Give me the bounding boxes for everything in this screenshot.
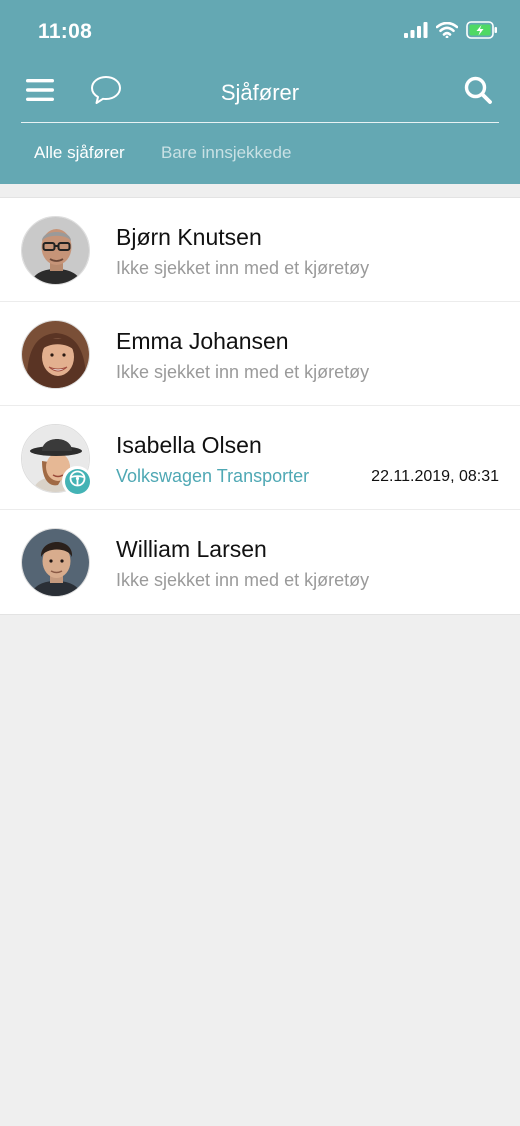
status-time: 11:08	[38, 20, 93, 43]
driver-list: Bjørn Knutsen Ikke sjekket inn med et kj…	[0, 197, 520, 615]
screen: 11:08 Sjåfører Alle sjåfører Bare innsje…	[0, 0, 520, 1126]
driver-status: Ikke sjekket inn med et kjøretøy	[116, 570, 370, 590]
list-item[interactable]: Isabella Olsen Volkswagen Transporter 22…	[0, 406, 520, 510]
battery-icon	[466, 20, 498, 44]
driver-vehicle: Volkswagen Transporter	[116, 466, 310, 486]
nav-bar: Sjåfører	[0, 62, 520, 122]
avatar	[21, 528, 90, 597]
avatar	[21, 320, 90, 389]
check-in-timestamp: 22.11.2019, 08:31	[371, 468, 499, 485]
avatar	[21, 216, 90, 285]
search-icon	[463, 75, 493, 110]
list-item[interactable]: Emma Johansen Ikke sjekket inn med et kj…	[0, 302, 520, 406]
wifi-icon	[435, 21, 459, 43]
page-title: Sjåfører	[220, 80, 300, 105]
app-header: 11:08 Sjåfører Alle sjåfører Bare innsje…	[0, 0, 520, 184]
filter-tabs: Alle sjåfører Bare innsjekkede	[0, 123, 520, 184]
checked-in-badge	[62, 466, 92, 496]
driver-name: Emma Johansen	[116, 328, 289, 354]
status-icons	[404, 20, 498, 44]
status-bar: 11:08	[0, 0, 520, 60]
driver-status: Ikke sjekket inn med et kjøretøy	[116, 362, 370, 382]
avatar-wrap	[21, 320, 90, 389]
avatar-wrap	[21, 528, 90, 597]
avatar-wrap	[21, 216, 90, 285]
driver-name: Isabella Olsen	[116, 432, 262, 458]
steering-wheel-icon	[69, 470, 86, 492]
avatar-wrap	[21, 424, 92, 496]
tab-checked-in-only[interactable]: Bare innsjekkede	[161, 143, 291, 163]
list-item[interactable]: William Larsen Ikke sjekket inn med et k…	[0, 510, 520, 614]
list-item[interactable]: Bjørn Knutsen Ikke sjekket inn med et kj…	[0, 198, 520, 302]
search-button[interactable]	[458, 74, 498, 110]
driver-status: Ikke sjekket inn med et kjøretøy	[116, 258, 370, 278]
driver-name: Bjørn Knutsen	[116, 224, 262, 250]
signal-icon	[404, 21, 428, 43]
driver-name: William Larsen	[116, 536, 267, 562]
tab-all-drivers[interactable]: Alle sjåfører	[34, 143, 125, 163]
